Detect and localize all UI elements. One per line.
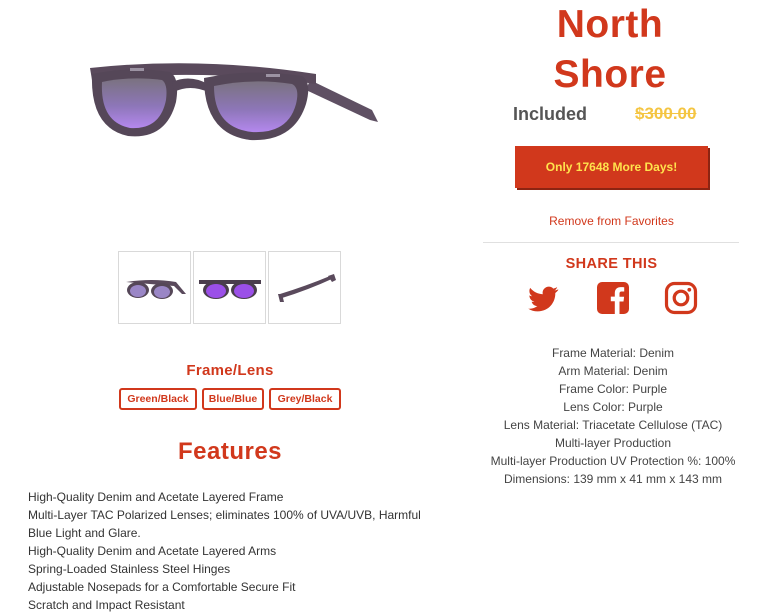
spec-item: Frame Color: Purple — [558, 382, 668, 396]
product-title: North Shore — [490, 0, 730, 100]
facebook-icon[interactable] — [596, 281, 630, 315]
option-grey-black[interactable]: Grey/Black — [269, 388, 341, 410]
divider — [483, 242, 739, 243]
product-main-image — [80, 38, 380, 158]
sunglasses-side-thumb-icon — [277, 273, 336, 302]
spec-item: Lens Color: Purple — [563, 400, 663, 414]
thumbnail-angle[interactable] — [118, 251, 191, 324]
price-original: $300.00 — [635, 104, 697, 123]
option-blue-blue[interactable]: Blue/Blue — [202, 388, 264, 410]
option-title: Frame/Lens — [186, 362, 274, 379]
feature-item: High-Quality Denim and Acetate Layered A… — [28, 544, 277, 558]
features-title: Features — [177, 438, 283, 465]
thumbnail-side[interactable] — [268, 251, 341, 324]
cta-button[interactable]: Only 17648 More Days! — [515, 146, 708, 188]
option-green-black[interactable]: Green/Black — [119, 388, 197, 410]
feature-item: High-Quality Denim and Acetate Layered F… — [28, 490, 284, 504]
thumbnail-front[interactable] — [193, 251, 266, 324]
twitter-icon[interactable] — [526, 281, 560, 315]
price-included: Included — [513, 104, 588, 124]
feature-item: Multi-Layer TAC Polarized Lenses; elimin… — [28, 508, 421, 540]
feature-item: Scratch and Impact Resistant — [28, 598, 185, 612]
share-title: SHARE THIS — [565, 256, 658, 272]
spec-item: Multi-layer Production — [554, 436, 672, 450]
feature-item: Adjustable Nosepads for a Comfortable Se… — [28, 580, 296, 594]
spec-item: Lens Material: Triacetate Cellulose (TAC… — [503, 418, 723, 432]
product-title-line2: Shore — [553, 53, 667, 96]
spec-item: Arm Material: Denim — [558, 364, 668, 378]
product-title-line1: North — [556, 3, 664, 46]
features-list: High-Quality Denim and Acetate Layered F… — [28, 488, 448, 614]
spec-item: Multi-layer Production UV Protection %: … — [490, 454, 736, 468]
spec-item: Frame Material: Denim — [551, 346, 675, 360]
instagram-icon[interactable] — [664, 281, 698, 315]
feature-item: Spring-Loaded Stainless Steel Hinges — [28, 562, 231, 576]
specs-list: Frame Material: Denim Arm Material: Deni… — [490, 344, 736, 488]
spec-item: Dimensions: 139 mm x 41 mm x 143 mm — [503, 472, 723, 486]
sunglasses-front-thumb-icon — [198, 279, 261, 299]
sunglasses-angle-thumb-icon — [125, 279, 186, 299]
remove-favorites-link[interactable]: Remove from Favorites — [515, 214, 708, 228]
